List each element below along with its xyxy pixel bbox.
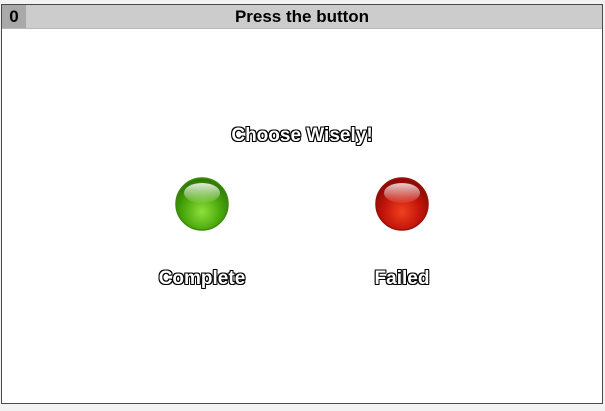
red-orb-icon	[375, 177, 429, 231]
failed-label: Failed	[374, 268, 430, 289]
press-counter: 0	[2, 5, 26, 28]
app-window: Press the button 0 Choose Wisely! Comple…	[1, 4, 603, 404]
complete-button[interactable]	[174, 176, 230, 232]
window-title: Press the button	[234, 7, 370, 26]
title-bar: Press the button 0	[2, 5, 602, 29]
complete-label: Complete	[158, 268, 246, 289]
green-orb-icon	[175, 177, 229, 231]
failed-button[interactable]	[374, 176, 430, 232]
prompt-text: Choose Wisely!	[231, 125, 373, 146]
